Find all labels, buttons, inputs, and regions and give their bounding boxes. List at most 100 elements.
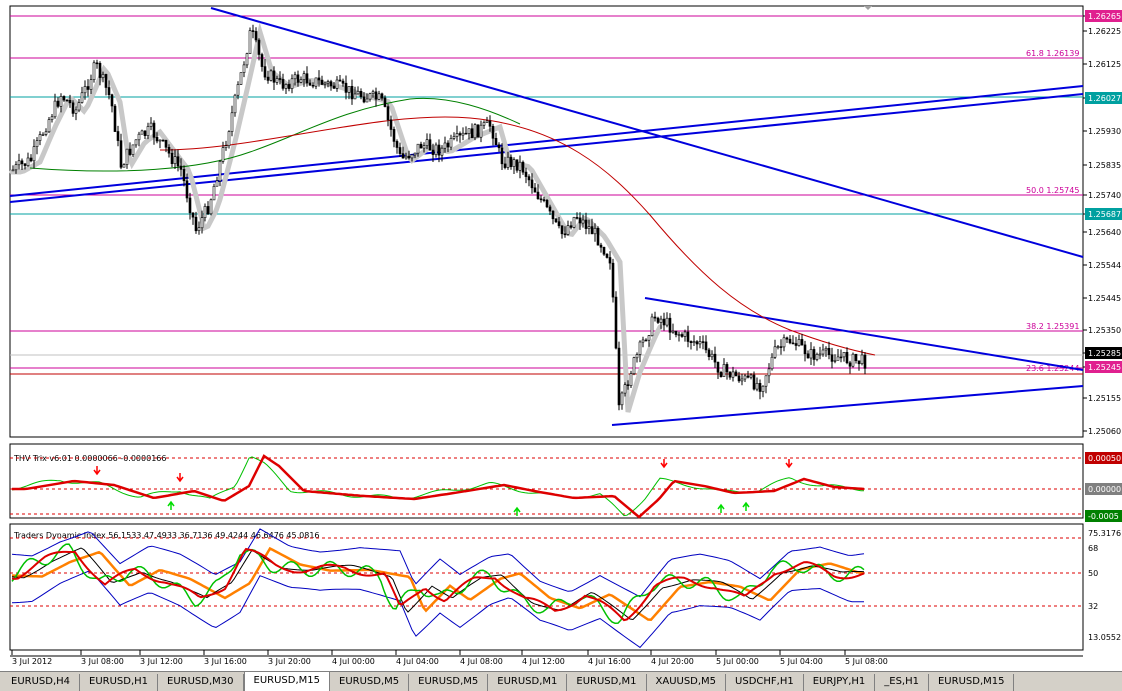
candle-body: [704, 341, 708, 351]
candle-body: [659, 318, 663, 323]
candle-body: [707, 349, 711, 357]
candle-body: [794, 343, 798, 346]
trix-sell-arrow: [785, 459, 793, 469]
chart-tab-eurusd-m15[interactable]: EURUSD,M15: [928, 674, 1015, 691]
tdi-rsi-line: [11, 543, 865, 625]
candle-body: [17, 160, 21, 166]
fib-label: 50.0 1.25745: [1026, 186, 1079, 195]
candle-body: [488, 120, 492, 127]
candle-body: [380, 93, 384, 99]
candle-body: [467, 128, 471, 134]
candle-body: [368, 93, 372, 100]
candle-body: [731, 371, 735, 378]
candle-body: [575, 217, 579, 219]
candle-body: [158, 139, 162, 142]
candle-body: [83, 86, 87, 94]
candle-body: [167, 147, 171, 154]
chart-tab-eurusd-m1[interactable]: EURUSD,M1: [488, 674, 568, 691]
price-badge: 1.25285: [1085, 347, 1122, 359]
chart-svg[interactable]: 61.8 1.2613950.0 1.2574538.2 1.2539123.6…: [0, 0, 1122, 671]
chart-tab-eurjpy-h1[interactable]: EURJPY,H1: [803, 674, 876, 691]
candle-body: [734, 371, 738, 377]
candle-body: [347, 86, 351, 93]
candle-body: [35, 140, 39, 147]
candle-body: [260, 54, 264, 67]
candle-body: [530, 179, 534, 189]
candle-body: [644, 339, 648, 342]
chart-tab-eurusd-h4[interactable]: EURUSD,H4: [2, 674, 81, 691]
candle-body: [41, 134, 45, 136]
chart-tab-eurusd-m15[interactable]: EURUSD,M15: [243, 672, 330, 691]
candle-body: [446, 142, 450, 148]
candle-body: [581, 219, 585, 224]
candle-body: [746, 375, 750, 378]
chart-area[interactable]: 61.8 1.26139 50.0 1.25745 38.2 1.25391 23.6…: [0, 0, 1122, 671]
chart-tab-xauusd-m5[interactable]: XAUUSD,M5: [646, 674, 727, 691]
fib-label: 38.2 1.25391: [1026, 322, 1079, 331]
time-tick-label: 5 Jul 04:00: [780, 657, 823, 666]
candle-body: [701, 341, 705, 343]
chart-tab-eurusd-m1[interactable]: EURUSD,M1: [567, 674, 647, 691]
candle-body: [773, 346, 777, 358]
candle-body: [275, 78, 279, 83]
candle-body: [515, 159, 519, 171]
candle-body: [374, 91, 378, 100]
candle-body: [62, 96, 66, 101]
candle-body: [470, 128, 474, 139]
candle-body: [110, 94, 114, 107]
fib-label: 61.8 1.26139: [1026, 49, 1079, 58]
candle-body: [479, 124, 483, 138]
candle-body: [758, 382, 762, 392]
chart-tab-usdchf-h1[interactable]: USDCHF,H1: [726, 674, 804, 691]
candle-body: [599, 244, 603, 248]
candle-body: [458, 133, 462, 136]
chart-tab--es-h1[interactable]: _ES,H1: [875, 674, 929, 691]
candle-body: [362, 96, 366, 103]
chart-tab-eurusd-m5[interactable]: EURUSD,M5: [330, 674, 410, 691]
candle-body: [725, 364, 729, 373]
chart-tab-eurusd-h1[interactable]: EURUSD,H1: [80, 674, 159, 691]
candle-body: [344, 82, 348, 93]
chart-tab-eurusd-m30[interactable]: EURUSD,M30: [158, 674, 244, 691]
candle-body: [569, 225, 573, 228]
candle-body: [815, 354, 819, 360]
candle-body: [215, 180, 219, 187]
candle-body: [698, 341, 702, 345]
chart-tab-eurusd-m5[interactable]: EURUSD,M5: [409, 674, 489, 691]
candle-body: [233, 94, 237, 114]
candle-body: [200, 217, 204, 229]
candle-body: [782, 337, 786, 348]
candle-body: [647, 335, 651, 341]
candle-body: [641, 339, 645, 343]
candle-body: [779, 346, 783, 348]
price-badge-label: 1.25285: [1088, 349, 1121, 358]
candle-body: [98, 62, 102, 78]
candle-body: [290, 78, 294, 89]
candle-body: [617, 347, 621, 406]
candle-body: [179, 165, 183, 170]
candle-body: [161, 139, 165, 142]
candle-body: [59, 96, 63, 107]
candle-body: [752, 374, 756, 390]
trix-buy-arrow: [513, 506, 521, 516]
candle-body: [677, 334, 681, 336]
candle-body: [263, 66, 267, 78]
candle-body: [524, 171, 528, 177]
candle-body: [542, 199, 546, 201]
candle-body: [302, 73, 306, 80]
candle-body: [806, 353, 810, 359]
candle-body: [836, 356, 840, 361]
candle-body: [38, 134, 42, 141]
candle-body: [338, 79, 342, 82]
candle-body: [662, 318, 666, 326]
candle-body: [827, 347, 831, 355]
candle-body: [668, 317, 672, 333]
candle-body: [809, 349, 813, 359]
candle-body: [335, 79, 339, 89]
candle-body: [236, 84, 240, 96]
candle-body: [452, 136, 456, 139]
price-badge: 1.25687: [1085, 208, 1122, 220]
candle-body: [500, 147, 504, 165]
candle-body: [572, 217, 576, 228]
trix-axis-badge: 0.00050: [1085, 452, 1122, 464]
